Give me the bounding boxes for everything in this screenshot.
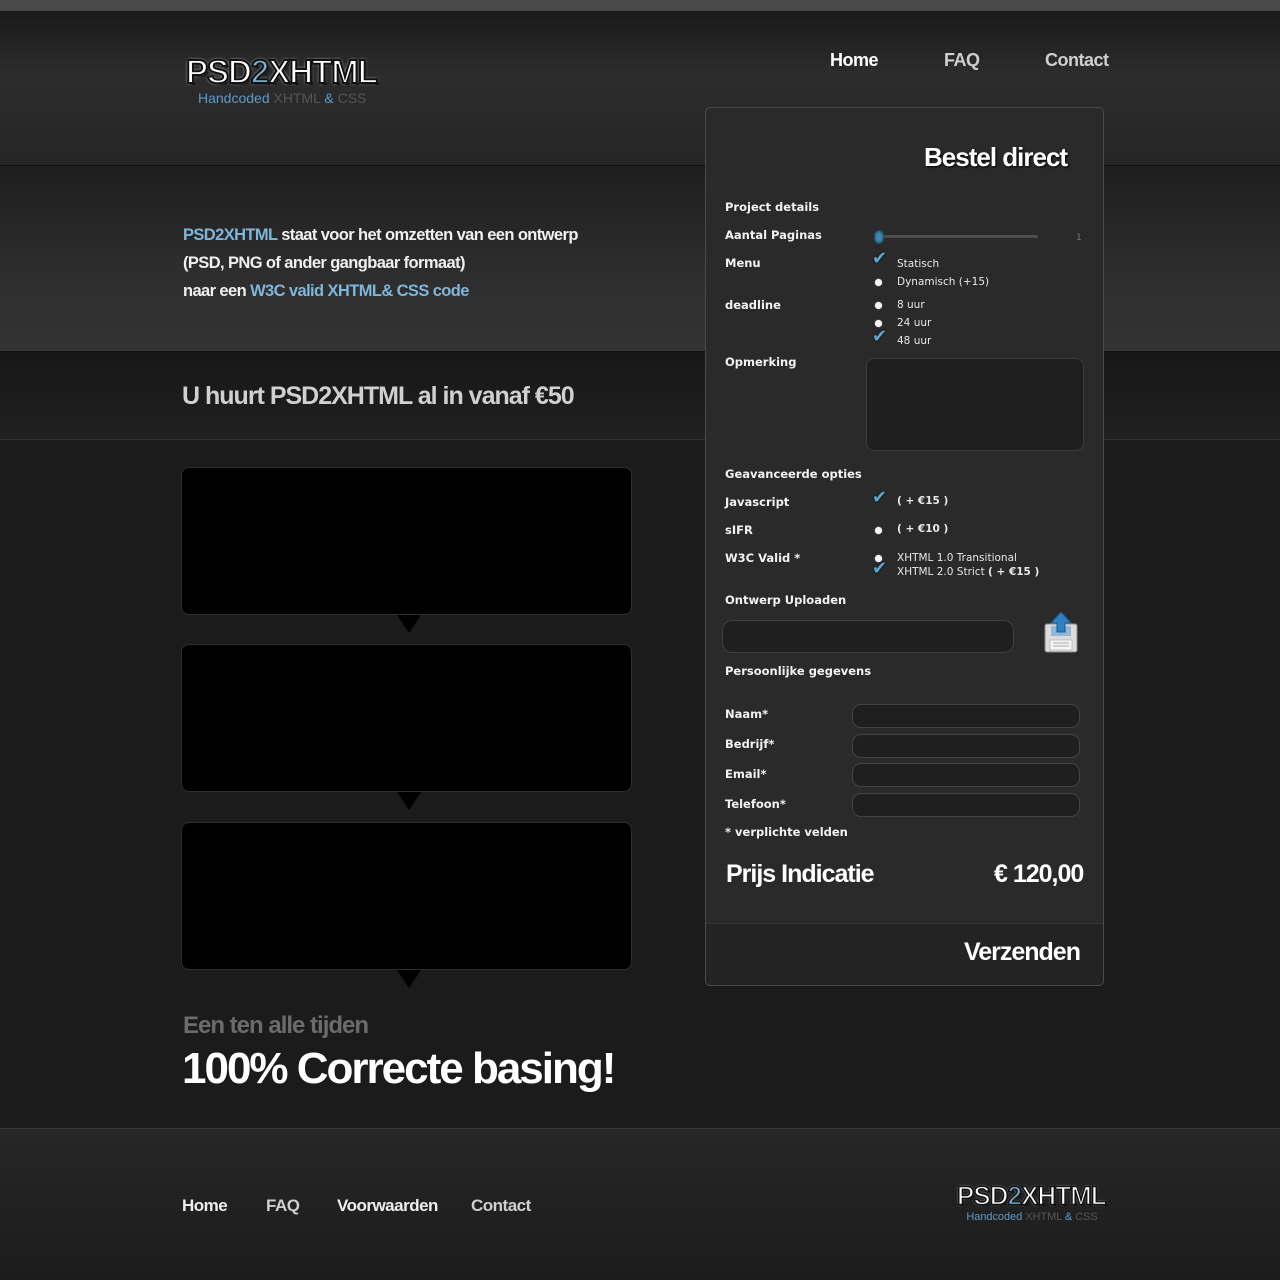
pages-slider-value: 1 — [1076, 233, 1082, 243]
javascript-label: Javascript — [725, 495, 790, 509]
email-label: Email* — [725, 767, 767, 781]
logo-wordmark: PSD2XHTML — [185, 53, 379, 91]
hero-intro: PSD2XHTML staat voor het omzetten van ee… — [183, 221, 583, 305]
javascript-price: ( + €15 ) — [897, 495, 949, 507]
deadline-label: deadline — [725, 298, 781, 312]
remark-label: Opmerking — [725, 355, 797, 369]
submit-button[interactable]: Verzenden — [964, 938, 1081, 967]
sifr-price: ( + €10 ) — [897, 523, 949, 535]
project-details-heading: Project details — [725, 200, 820, 214]
slogan-title: 100% Correcte basing! — [182, 1044, 616, 1093]
footer-home-link[interactable]: Home — [182, 1196, 228, 1216]
deadline-option-8[interactable]: 8 uur — [897, 299, 925, 311]
price-indication-value: € 120,00 — [994, 860, 1084, 888]
hero-line-2: (PSD, PNG of ander gangbaar formaat) — [183, 254, 465, 272]
price-headline: U huurt PSD2XHTML al in vanaf €50 — [182, 382, 575, 410]
w3c-strict-check-icon[interactable]: ✔ — [872, 560, 887, 578]
company-label: Bedrijf* — [725, 737, 775, 751]
menu-statisch-check-icon[interactable]: ✔ — [872, 250, 887, 268]
top-strip — [0, 0, 1280, 11]
speech-bubble — [181, 822, 632, 988]
order-form: Bestel direct Project details Aantal Pag… — [705, 107, 1104, 986]
site-logo[interactable]: PSD2XHTML Handcoded XHTML & CSS — [185, 53, 379, 107]
logo-wordmark: PSD2XHTML — [956, 1181, 1107, 1211]
advanced-options-heading: Geavanceerde opties — [725, 467, 862, 481]
menu-label: Menu — [725, 256, 761, 270]
deadline-48-check-icon[interactable]: ✔ — [872, 328, 887, 346]
javascript-check-icon[interactable]: ✔ — [872, 489, 887, 507]
footer-voorwaarden-link[interactable]: Voorwaarden — [337, 1196, 438, 1216]
footer-logo[interactable]: PSD2XHTML Handcoded XHTML & CSS — [956, 1181, 1107, 1223]
price-indication-label: Prijs Indicatie — [726, 860, 875, 888]
speech-bubble — [181, 467, 632, 633]
email-field[interactable] — [852, 763, 1080, 787]
nav-contact-link[interactable]: Contact — [1045, 50, 1109, 71]
phone-label: Telefoon* — [725, 797, 786, 811]
nav-home-link[interactable]: Home — [830, 50, 879, 71]
hero-line-3: naar een W3C valid XHTML& CSS code — [183, 282, 469, 300]
sifr-label: sIFR — [725, 523, 753, 537]
footer-contact-link[interactable]: Contact — [471, 1196, 531, 1216]
name-label: Naam* — [725, 707, 769, 721]
speech-bubble — [181, 644, 632, 810]
name-field[interactable] — [852, 704, 1080, 728]
logo-tagline: Handcoded XHTML & CSS — [966, 1210, 1098, 1223]
upload-label: Ontwerp Uploaden — [725, 593, 847, 607]
personal-details-heading: Persoonlijke gegevens — [725, 664, 872, 678]
w3c-label: W3C Valid * — [725, 551, 801, 565]
company-field[interactable] — [852, 734, 1080, 758]
deadline-8-radio[interactable] — [875, 302, 882, 309]
submit-bar: Verzenden — [706, 923, 1103, 985]
menu-option-dynamisch[interactable]: Dynamisch (+15) — [897, 276, 989, 288]
logo-tagline: Handcoded XHTML & CSS — [198, 90, 367, 106]
phone-field[interactable] — [852, 793, 1080, 817]
slogan-subtitle: Een ten alle tijden — [183, 1012, 369, 1039]
w3c-option-strict[interactable]: XHTML 2.0 Strict ( + €15 ) — [897, 566, 1039, 578]
menu-option-statisch[interactable]: Statisch — [897, 258, 939, 270]
remark-textarea[interactable] — [866, 358, 1084, 451]
deadline-option-24[interactable]: 24 uur — [897, 317, 931, 329]
required-note: * verplichte velden — [725, 825, 848, 839]
order-title: Bestel direct — [924, 142, 1068, 172]
w3c-option-transitional[interactable]: XHTML 1.0 Transitional — [897, 552, 1017, 564]
pages-label: Aantal Paginas — [725, 228, 822, 242]
nav-faq-link[interactable]: FAQ — [944, 50, 980, 71]
hero-line-1: PSD2XHTML staat voor het omzetten van ee… — [183, 226, 578, 244]
menu-dynamisch-radio[interactable] — [875, 279, 882, 286]
upload-icon[interactable] — [1042, 612, 1080, 654]
deadline-option-48[interactable]: 48 uur — [897, 335, 931, 347]
footer-faq-link[interactable]: FAQ — [266, 1196, 300, 1216]
pages-slider-handle[interactable] — [874, 230, 884, 244]
sifr-radio[interactable] — [875, 527, 882, 534]
upload-file-field[interactable] — [722, 620, 1014, 653]
pages-slider-track[interactable] — [878, 235, 1038, 238]
